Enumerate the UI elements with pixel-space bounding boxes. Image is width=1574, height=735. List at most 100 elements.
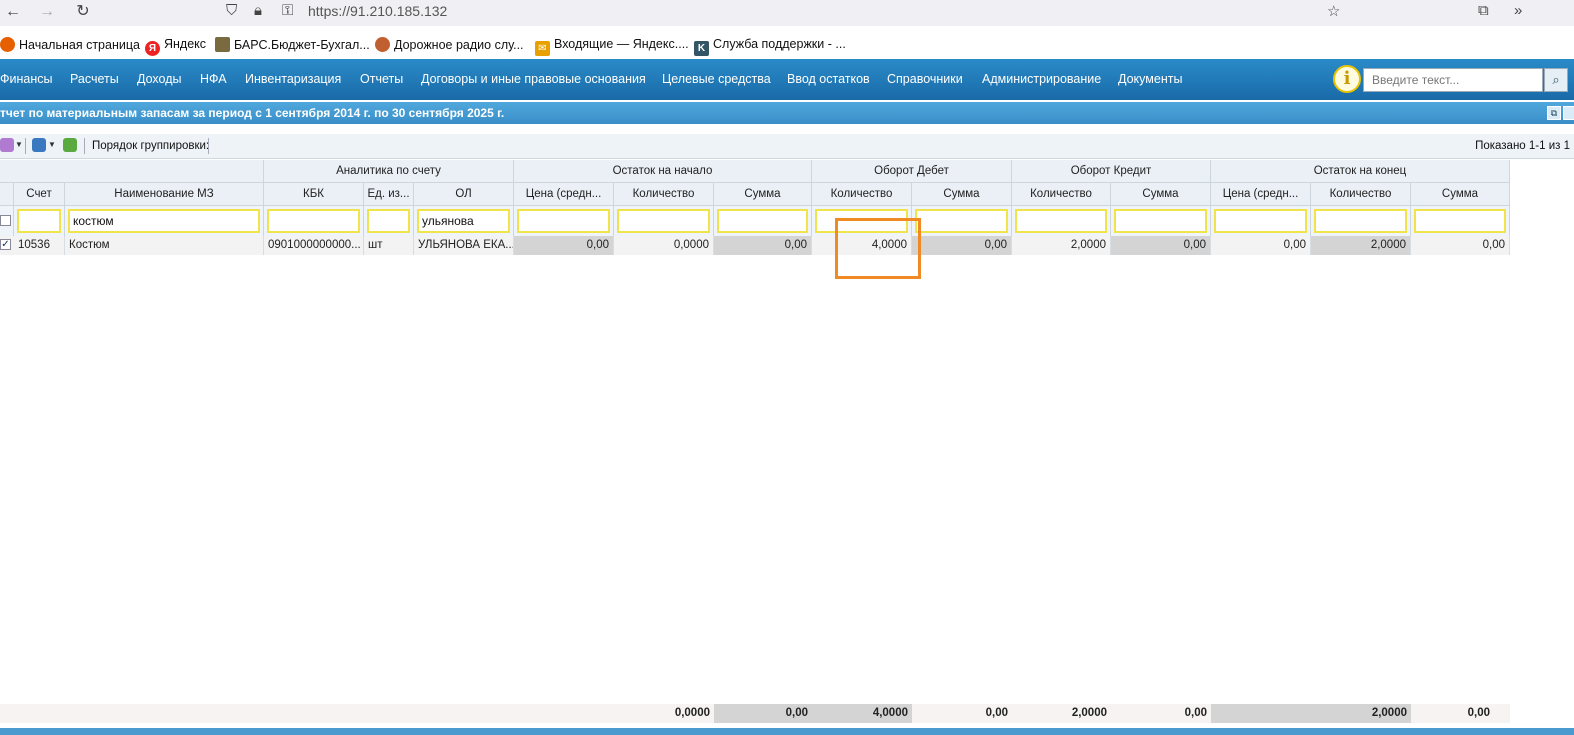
close-panel-icon[interactable] xyxy=(1563,106,1574,120)
column-header[interactable]: Наименование МЗ xyxy=(65,183,264,206)
print-icon[interactable] xyxy=(32,138,46,152)
column-header[interactable]: Сумма xyxy=(714,183,812,206)
filter-input[interactable] xyxy=(1114,209,1207,233)
filter-input[interactable] xyxy=(1314,209,1407,233)
settings-icon[interactable] xyxy=(0,138,14,152)
group-header: Оборот Дебет xyxy=(812,160,1012,183)
filter-input[interactable] xyxy=(717,209,808,233)
bookmark-radio[interactable]: Дорожное радио слу... xyxy=(375,37,524,52)
info-icon[interactable]: i xyxy=(1333,65,1361,93)
table-cell[interactable]: УЛЬЯНОВА ЕКА... xyxy=(414,236,514,255)
menu-item-admin[interactable]: Администрирование xyxy=(982,72,1101,86)
total-cell xyxy=(514,704,614,723)
total-cell: 0,00 xyxy=(714,704,812,723)
lock-icon: 🔒︎ xyxy=(254,2,262,19)
table-cell[interactable]: 0,00 xyxy=(1111,236,1211,255)
paging-info: Показано 1-1 из 1 xyxy=(1475,140,1570,152)
table-cell[interactable]: шт xyxy=(364,236,414,255)
filter-input[interactable] xyxy=(1214,209,1307,233)
column-header[interactable]: Сумма xyxy=(1111,183,1211,206)
menu-item-documents[interactable]: Документы xyxy=(1118,72,1182,86)
menu-item-contracts[interactable]: Договоры и иные правовые основания xyxy=(421,72,646,86)
filter-input[interactable] xyxy=(17,209,61,233)
bookmark-support[interactable]: K Служба поддержки - ... xyxy=(694,37,846,56)
column-header[interactable]: КБК xyxy=(264,183,364,206)
grouping-label[interactable]: Порядок группировки: xyxy=(92,140,209,152)
menu-item-finance[interactable]: Финансы xyxy=(0,72,52,86)
url-text[interactable]: https://91.210.185.132 xyxy=(308,3,447,19)
filter-cell xyxy=(65,206,264,236)
select-all-cell xyxy=(0,206,14,236)
row-checkbox[interactable]: ✓ xyxy=(0,239,11,250)
back-icon[interactable]: ← xyxy=(2,2,24,22)
toolbar-divider xyxy=(208,138,209,154)
bookmark-home[interactable]: Начальная страница xyxy=(0,37,140,52)
filter-input[interactable] xyxy=(1414,209,1506,233)
bookmark-yandex[interactable]: Я Яндекс xyxy=(145,37,206,56)
table-cell[interactable]: 0,0000 xyxy=(614,236,714,255)
menu-item-references[interactable]: Справочники xyxy=(887,72,963,86)
forward-icon[interactable]: → xyxy=(36,2,58,22)
menu-item-balances[interactable]: Ввод остатков xyxy=(787,72,870,86)
table-cell[interactable]: 2,0000 xyxy=(1012,236,1111,255)
filter-cell xyxy=(414,206,514,236)
table-cell[interactable]: 2,0000 xyxy=(1311,236,1411,255)
table-cell[interactable]: Костюм xyxy=(65,236,264,255)
table-cell[interactable]: 0,00 xyxy=(1411,236,1510,255)
extensions-icon[interactable]: ⧉ xyxy=(1478,2,1489,19)
column-header[interactable]: Счет xyxy=(14,183,65,206)
menu-item-inventory[interactable]: Инвентаризация xyxy=(245,72,341,86)
column-header[interactable]: Цена (средн... xyxy=(1211,183,1311,206)
table-cell[interactable]: 10536 xyxy=(14,236,65,255)
overflow-icon[interactable]: » xyxy=(1514,2,1522,19)
filter-input[interactable] xyxy=(617,209,710,233)
toolbar-divider xyxy=(84,138,85,154)
group-header-blank xyxy=(0,160,264,183)
filter-input[interactable] xyxy=(367,209,410,233)
bookmark-bars[interactable]: БАРС.Бюджет-Бухгал... xyxy=(215,37,370,52)
menu-item-income[interactable]: Доходы xyxy=(137,72,181,86)
table-cell[interactable]: 0,00 xyxy=(514,236,614,255)
group-header: Остаток на начало xyxy=(514,160,812,183)
reload-icon[interactable]: ↻ xyxy=(72,2,94,22)
menu-item-settlements[interactable]: Расчеты xyxy=(70,72,119,86)
column-header[interactable]: Цена (средн... xyxy=(514,183,614,206)
menu-item-target-funds[interactable]: Целевые средства xyxy=(662,72,771,86)
select-all-checkbox[interactable] xyxy=(0,215,11,226)
filter-cell xyxy=(1111,206,1211,236)
table-cell[interactable]: 0,00 xyxy=(912,236,1012,255)
support-icon: K xyxy=(694,41,709,56)
menu-item-nfa[interactable]: НФА xyxy=(200,72,227,86)
filter-input[interactable] xyxy=(1015,209,1107,233)
filter-input[interactable] xyxy=(915,209,1008,233)
total-cell: 0,0000 xyxy=(674,707,710,719)
menu-item-reports[interactable]: Отчеты xyxy=(360,72,403,86)
column-header[interactable]: ОЛ xyxy=(414,183,514,206)
column-header[interactable]: Сумма xyxy=(1411,183,1510,206)
filter-cell xyxy=(1012,206,1111,236)
search-input[interactable] xyxy=(1363,68,1543,92)
column-header[interactable]: Количество xyxy=(812,183,912,206)
filter-input[interactable] xyxy=(517,209,610,233)
column-header[interactable]: Количество xyxy=(614,183,714,206)
filter-input[interactable] xyxy=(267,209,360,233)
report-toolbar: ▼ ▼ Порядок группировки: Показано 1-1 из… xyxy=(0,134,1574,159)
column-header[interactable]: Ед. из... xyxy=(364,183,414,206)
column-header[interactable]: Количество xyxy=(1012,183,1111,206)
star-icon[interactable]: ☆ xyxy=(1327,2,1340,20)
print-dropdown-icon[interactable]: ▼ xyxy=(48,140,56,149)
filter-input[interactable] xyxy=(417,209,510,233)
restore-icon[interactable]: ⧉ xyxy=(1547,106,1561,120)
table-cell[interactable]: 0,00 xyxy=(1211,236,1311,255)
settings-dropdown-icon[interactable]: ▼ xyxy=(15,140,23,149)
table-cell[interactable]: 0,00 xyxy=(714,236,812,255)
bookmark-mail[interactable]: ✉ Входящие — Яндекс.... xyxy=(535,37,689,56)
refresh-icon[interactable] xyxy=(63,138,77,152)
column-header[interactable]: Количество xyxy=(1311,183,1411,206)
filter-cell xyxy=(912,206,1012,236)
search-icon[interactable]: ⌕ xyxy=(1544,68,1568,92)
column-header[interactable]: Сумма xyxy=(912,183,1012,206)
table-cell[interactable]: 0901000000000... xyxy=(264,236,364,255)
filter-input[interactable] xyxy=(68,209,260,233)
total-cell xyxy=(1211,704,1311,723)
